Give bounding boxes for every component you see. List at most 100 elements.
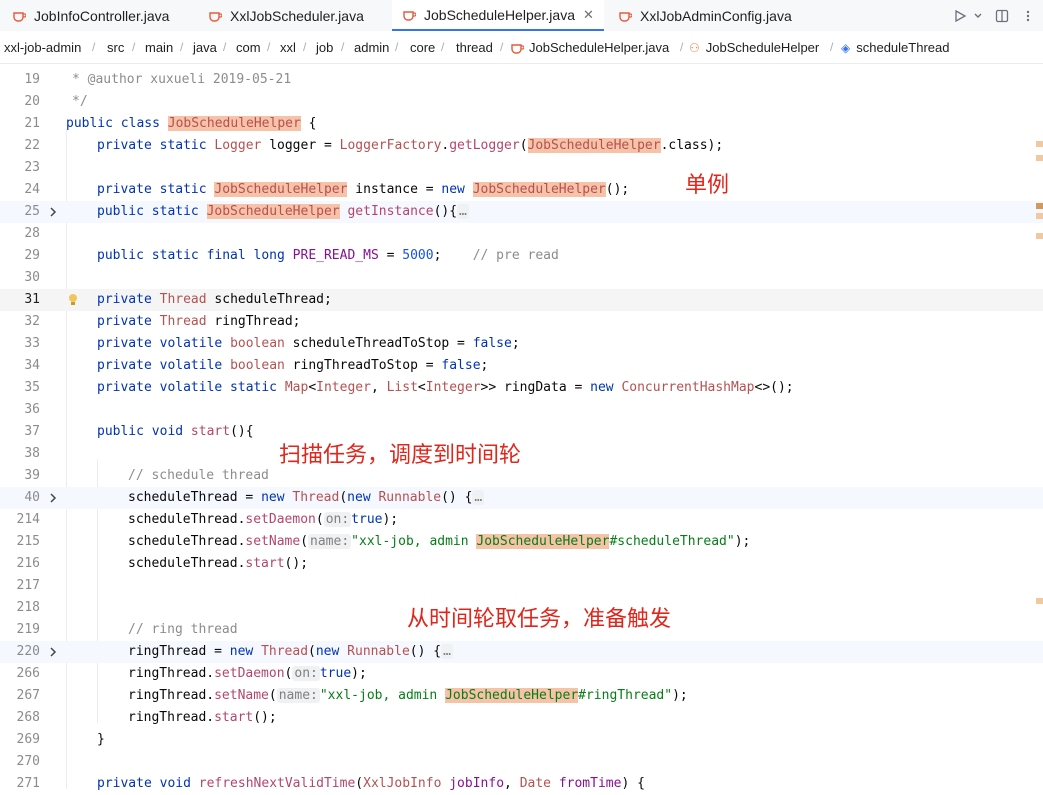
breadcrumb-item-class[interactable]: ⚇ JobScheduleHelper bbox=[689, 40, 819, 55]
line-number: 217 bbox=[16, 578, 40, 593]
line-number: 24 bbox=[24, 182, 40, 197]
code-line: 216 scheduleThread.start(); bbox=[0, 553, 1043, 575]
breadcrumb-separator: / bbox=[223, 40, 227, 54]
scrollbar-mark bbox=[1036, 203, 1043, 209]
line-number: 28 bbox=[24, 226, 40, 241]
code-text: } bbox=[97, 732, 105, 747]
split-editor-icon[interactable] bbox=[992, 6, 1012, 26]
breadcrumb-separator: / bbox=[395, 40, 399, 54]
code-line: 19 * @author xuxueli 2019-05-21 bbox=[0, 69, 1043, 91]
breadcrumb-separator: / bbox=[267, 40, 271, 54]
run-icon[interactable] bbox=[950, 6, 970, 26]
breadcrumb-item[interactable]: src bbox=[107, 40, 124, 55]
code-text: scheduleThread.setDaemon(on: true); bbox=[128, 512, 399, 527]
breadcrumb-item-field[interactable]: ◈ scheduleThread bbox=[841, 40, 949, 55]
line-number: 271 bbox=[16, 776, 40, 791]
breadcrumb-item[interactable]: job bbox=[316, 40, 333, 55]
code-text: private volatile boolean ringThreadToSto… bbox=[97, 358, 489, 373]
scrollbar-mark bbox=[1036, 213, 1043, 219]
line-number: 38 bbox=[24, 446, 40, 461]
line-number: 215 bbox=[16, 534, 40, 549]
breadcrumb-item-file[interactable]: JobScheduleHelper.java bbox=[510, 40, 669, 55]
code-text: private volatile static Map<Integer, Lis… bbox=[97, 380, 794, 395]
line-number: 25 bbox=[24, 204, 40, 219]
line-number: 35 bbox=[24, 380, 40, 395]
chevron-down-icon[interactable] bbox=[968, 6, 988, 26]
lightbulb-icon[interactable] bbox=[68, 293, 78, 307]
line-number: 220 bbox=[16, 644, 40, 659]
code-line: 20 */ bbox=[0, 91, 1043, 113]
code-line: 39 // schedule thread bbox=[0, 465, 1043, 487]
line-number: 29 bbox=[24, 248, 40, 263]
folded-code-ellipsis: … bbox=[457, 204, 469, 219]
breadcrumb-item[interactable]: admin bbox=[354, 40, 389, 55]
line-number: 23 bbox=[24, 160, 40, 175]
breadcrumb-item[interactable]: core bbox=[410, 40, 435, 55]
line-number: 268 bbox=[16, 710, 40, 725]
chevron-right-icon[interactable] bbox=[48, 201, 62, 223]
code-line: 220 ringThread = new Thread(new Runnable… bbox=[0, 641, 1043, 663]
code-line: 38 bbox=[0, 443, 1043, 465]
editor-tab-bar: JobInfoController.java XxlJobScheduler.j… bbox=[0, 0, 1043, 32]
code-text: ringThread.setDaemon(on: true); bbox=[128, 666, 367, 681]
code-line: 217 bbox=[0, 575, 1043, 597]
line-number: 218 bbox=[16, 600, 40, 615]
code-line: 28 bbox=[0, 223, 1043, 245]
line-number: 32 bbox=[24, 314, 40, 329]
breadcrumb-class-label: JobScheduleHelper bbox=[705, 40, 820, 55]
tab-label: XxlJobAdminConfig.java bbox=[640, 7, 792, 24]
code-text: scheduleThread.setName(name: "xxl-job, ad… bbox=[128, 534, 751, 549]
line-number: 216 bbox=[16, 556, 40, 571]
breadcrumb-item[interactable]: main bbox=[145, 40, 173, 55]
scrollbar-mark bbox=[1036, 141, 1043, 147]
line-number: 19 bbox=[24, 72, 40, 87]
code-line: 23 bbox=[0, 157, 1043, 179]
breadcrumb-item[interactable]: java bbox=[193, 40, 217, 55]
chevron-right-icon[interactable] bbox=[48, 641, 62, 663]
code-text: scheduleThread = new Thread(new Runnable… bbox=[128, 490, 485, 505]
tab-jobinfocontroller[interactable]: JobInfoController.java bbox=[12, 0, 169, 31]
breadcrumb-item[interactable]: xxl bbox=[280, 40, 296, 55]
folded-code-ellipsis: … bbox=[472, 490, 485, 505]
code-line: 33 private volatile boolean scheduleThre… bbox=[0, 333, 1043, 355]
tab-label: JobScheduleHelper.java bbox=[424, 6, 575, 23]
tab-xxljobscheduler[interactable]: XxlJobScheduler.java bbox=[208, 0, 364, 31]
more-options-icon[interactable] bbox=[1018, 6, 1038, 26]
java-file-icon bbox=[510, 41, 524, 55]
line-number: 266 bbox=[16, 666, 40, 681]
breadcrumb-item[interactable]: xxl-job-admin bbox=[4, 40, 81, 55]
line-number: 40 bbox=[24, 490, 40, 505]
tab-label: JobInfoController.java bbox=[34, 7, 170, 24]
breadcrumb-separator: / bbox=[132, 40, 136, 54]
code-text: private void refreshNextValidTime(XxlJob… bbox=[97, 776, 645, 791]
code-line: 32 private Thread ringThread; bbox=[0, 311, 1043, 333]
close-icon[interactable]: ✕ bbox=[583, 7, 594, 23]
code-text: private static JobScheduleHelper instanc… bbox=[97, 182, 630, 197]
code-line: 34 private volatile boolean ringThreadTo… bbox=[0, 355, 1043, 377]
java-file-icon bbox=[208, 9, 222, 23]
breadcrumb-item[interactable]: com bbox=[236, 40, 261, 55]
scrollbar-mark bbox=[1036, 233, 1043, 239]
line-number: 33 bbox=[24, 336, 40, 351]
code-text: ringThread.start(); bbox=[128, 710, 277, 725]
line-number: 219 bbox=[16, 622, 40, 637]
breadcrumb: xxl-job-admin / src / main / java / com … bbox=[0, 31, 1043, 64]
code-line: 215 scheduleThread.setName(name: "xxl-job… bbox=[0, 531, 1043, 553]
tab-xxljobadminconfig[interactable]: XxlJobAdminConfig.java bbox=[618, 0, 792, 31]
line-number: 22 bbox=[24, 138, 40, 153]
breadcrumb-separator: / bbox=[441, 40, 445, 54]
code-line: 29 public static final long PRE_READ_MS … bbox=[0, 245, 1043, 267]
breadcrumb-separator: / bbox=[92, 40, 96, 54]
code-text: private volatile boolean scheduleThreadT… bbox=[97, 336, 520, 351]
chevron-right-icon[interactable] bbox=[48, 487, 62, 509]
code-text: public static JobScheduleHelper getInsta… bbox=[97, 204, 469, 219]
code-line-current: 31 private Thread scheduleThread; bbox=[0, 289, 1043, 311]
breadcrumb-separator: / bbox=[680, 40, 684, 54]
code-editor[interactable]: 19 * @author xuxueli 2019-05-21 20 */ 21… bbox=[0, 63, 1043, 794]
breadcrumb-item[interactable]: thread bbox=[456, 40, 493, 55]
code-line: 30 bbox=[0, 267, 1043, 289]
code-line: 268 ringThread.start(); bbox=[0, 707, 1043, 729]
code-line: 35 private volatile static Map<Integer, … bbox=[0, 377, 1043, 399]
line-number: 34 bbox=[24, 358, 40, 373]
tab-jobschedulehelper[interactable]: JobScheduleHelper.java ✕ bbox=[392, 0, 604, 31]
